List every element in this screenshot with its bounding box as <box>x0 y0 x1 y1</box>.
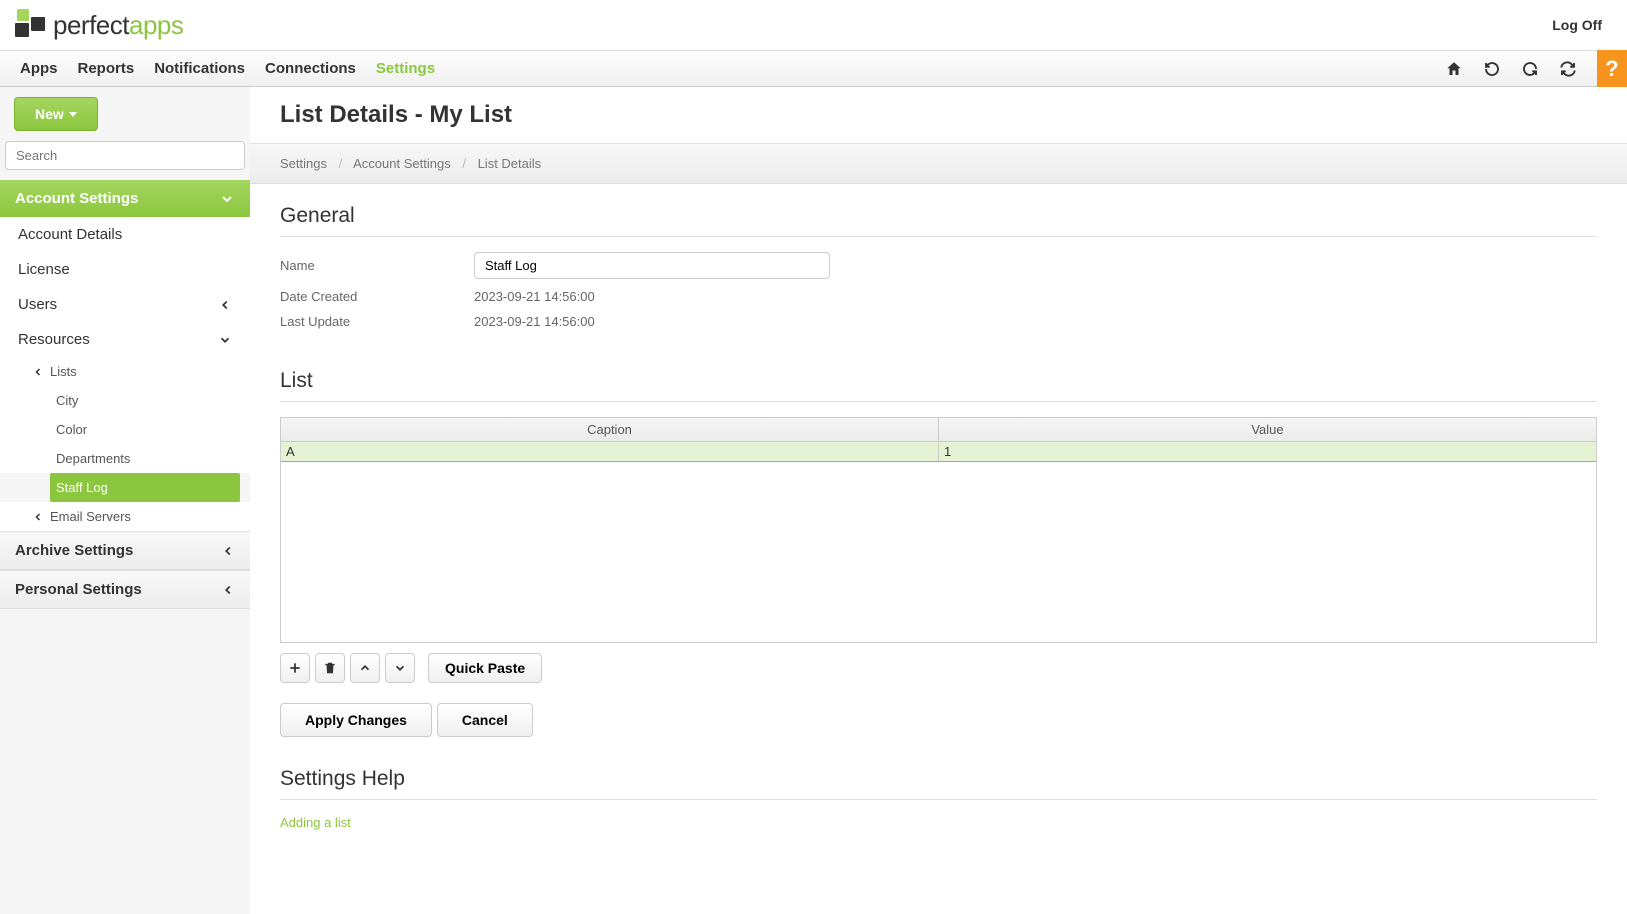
section-heading: General <box>280 204 1597 228</box>
sidebar-item-users[interactable]: Users <box>0 287 250 322</box>
nav-reports[interactable]: Reports <box>78 60 135 77</box>
sidebar-item-lists[interactable]: Lists <box>0 357 250 386</box>
sidebar: New Account Settings Account Details Lic… <box>0 87 250 914</box>
move-down-button[interactable] <box>385 653 415 683</box>
cancel-button[interactable]: Cancel <box>437 703 533 737</box>
logo-text: perfectapps <box>53 10 183 41</box>
sync-icon[interactable] <box>1559 60 1577 78</box>
general-section: General Name Date Created 2023-09-21 14:… <box>250 184 1627 349</box>
sidebar-section-archive-settings[interactable]: Archive Settings <box>0 531 250 570</box>
sidebar-item-color[interactable]: Color <box>0 415 250 444</box>
chevron-left-icon <box>218 298 232 312</box>
sidebar-item-license[interactable]: License <box>0 252 250 287</box>
breadcrumb-item: List Details <box>478 156 542 171</box>
delete-row-button[interactable] <box>315 653 345 683</box>
table-row[interactable]: A 1 <box>281 442 1596 462</box>
sidebar-section-personal-settings[interactable]: Personal Settings <box>0 570 250 609</box>
quick-paste-button[interactable]: Quick Paste <box>428 653 542 683</box>
breadcrumb: Settings / Account Settings / List Detai… <box>250 143 1627 184</box>
chevron-down-icon <box>218 333 232 347</box>
logoff-link[interactable]: Log Off <box>1552 17 1612 33</box>
date-created-value: 2023-09-21 14:56:00 <box>474 289 595 304</box>
sidebar-item-staff-log[interactable]: Staff Log <box>50 473 240 502</box>
sidebar-item-resources[interactable]: Resources <box>0 322 250 357</box>
help-icon[interactable]: ? <box>1597 50 1627 87</box>
last-update-label: Last Update <box>280 314 474 329</box>
name-input[interactable] <box>474 252 830 279</box>
page-title: List Details - My List <box>250 87 1627 143</box>
name-label: Name <box>280 258 474 273</box>
caret-down-icon <box>69 112 77 117</box>
last-update-value: 2023-09-21 14:56:00 <box>474 314 595 329</box>
table-cell: A <box>281 442 939 461</box>
chevron-down-icon <box>219 191 235 207</box>
sidebar-section-account-settings[interactable]: Account Settings <box>0 180 250 217</box>
nav-apps[interactable]: Apps <box>20 60 58 77</box>
top-nav: Apps Reports Notifications Connections S… <box>0 50 1627 87</box>
logo: perfectapps <box>15 7 183 43</box>
app-header: perfectapps Log Off <box>0 0 1627 50</box>
chevron-left-icon <box>32 366 44 378</box>
table-cell: 1 <box>939 442 1596 461</box>
chevron-left-icon <box>221 583 235 597</box>
add-row-button[interactable] <box>280 653 310 683</box>
nav-settings[interactable]: Settings <box>376 60 435 77</box>
search-input[interactable] <box>5 141 245 170</box>
column-header-caption[interactable]: Caption <box>281 418 939 441</box>
help-section: Settings Help Adding a list <box>250 747 1627 850</box>
date-created-label: Date Created <box>280 289 474 304</box>
section-heading: Settings Help <box>280 767 1597 791</box>
nav-notifications[interactable]: Notifications <box>154 60 245 77</box>
section-heading: List <box>280 369 1597 393</box>
help-link[interactable]: Adding a list <box>280 815 1597 830</box>
list-section: List Caption Value A 1 <box>250 349 1627 747</box>
move-up-button[interactable] <box>350 653 380 683</box>
main-content: List Details - My List Settings / Accoun… <box>250 87 1627 914</box>
sidebar-item-departments[interactable]: Departments <box>0 444 250 473</box>
logo-icon <box>15 7 45 43</box>
sidebar-item-city[interactable]: City <box>0 386 250 415</box>
refresh-icon[interactable] <box>1521 60 1539 78</box>
breadcrumb-item[interactable]: Settings <box>280 156 327 171</box>
chevron-left-icon <box>32 511 44 523</box>
nav-connections[interactable]: Connections <box>265 60 356 77</box>
sidebar-item-account-details[interactable]: Account Details <box>0 217 250 252</box>
undo-icon[interactable] <box>1483 60 1501 78</box>
new-button[interactable]: New <box>14 97 98 131</box>
apply-changes-button[interactable]: Apply Changes <box>280 703 432 737</box>
home-icon[interactable] <box>1445 60 1463 78</box>
list-table: Caption Value A 1 <box>280 417 1597 643</box>
sidebar-item-email-servers[interactable]: Email Servers <box>0 502 250 531</box>
column-header-value[interactable]: Value <box>939 418 1596 441</box>
chevron-left-icon <box>221 544 235 558</box>
breadcrumb-item[interactable]: Account Settings <box>353 156 451 171</box>
